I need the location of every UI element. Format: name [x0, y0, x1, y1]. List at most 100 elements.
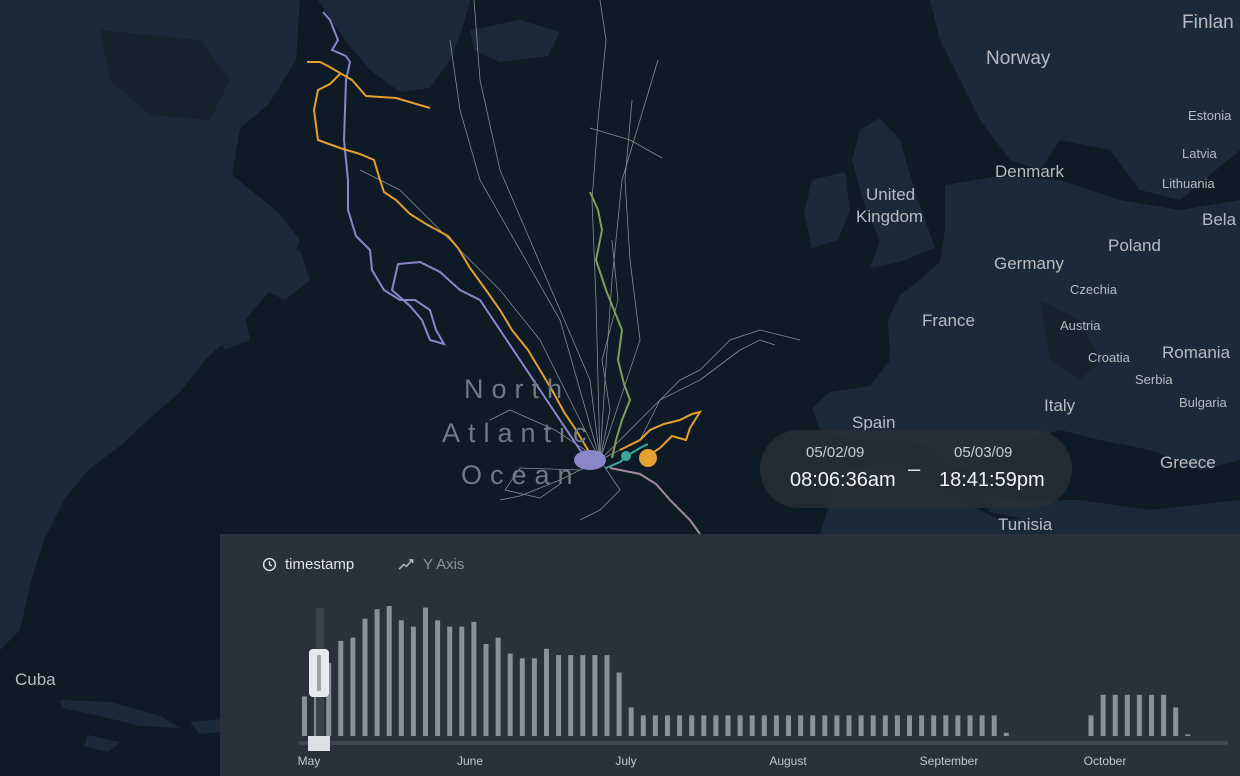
label-poland: Poland	[1108, 236, 1161, 255]
histogram-bar	[689, 715, 695, 736]
histogram-bar	[979, 715, 985, 736]
histogram-bar	[302, 696, 307, 736]
label-kingdom: Kingdom	[856, 207, 924, 226]
histogram-bar	[471, 621, 477, 736]
histogram-bar	[410, 626, 416, 736]
histogram-bar	[338, 640, 344, 736]
histogram-bar	[544, 648, 549, 736]
histogram-bar	[931, 715, 937, 736]
histogram-bar	[495, 637, 501, 736]
histogram-bar	[604, 655, 610, 736]
histogram-bar	[761, 715, 767, 736]
histogram-bar	[1124, 694, 1130, 736]
histogram-bar	[701, 715, 707, 736]
label-latvia: Latvia	[1182, 146, 1217, 161]
month-tick-label: May	[298, 754, 321, 768]
timeline-panel: timestamp Y Axis May June July August Septem…	[220, 534, 1240, 776]
histogram-bar	[725, 715, 731, 736]
label-austria: Austria	[1060, 318, 1101, 333]
histogram-bar	[628, 707, 634, 736]
histogram-bar	[447, 626, 453, 736]
histogram-bar	[846, 715, 852, 736]
histogram-bar	[798, 715, 804, 736]
label-czechia: Czechia	[1070, 282, 1117, 297]
histogram-bar	[652, 715, 658, 736]
histogram-bar	[580, 655, 586, 736]
histogram-bar	[483, 644, 489, 736]
histogram-bar	[991, 715, 997, 736]
histogram-bar	[1149, 694, 1154, 736]
time-range-display: 05/02/09 08:06:36am – 05/03/09 18:41:59p…	[760, 430, 1072, 508]
histogram-bar	[822, 715, 828, 736]
start-date: 05/02/09	[806, 444, 865, 461]
start-time: 08:06:36am	[790, 469, 896, 491]
histogram-bar	[1088, 715, 1094, 736]
histogram-bar	[507, 653, 513, 736]
label-greece: Greece	[1160, 453, 1216, 472]
histogram-bar	[459, 626, 465, 736]
histogram-bar	[967, 715, 973, 736]
histogram-bar	[955, 715, 961, 736]
histogram-bar	[737, 715, 743, 736]
histogram-bar	[773, 715, 779, 736]
label-croatia: Croatia	[1088, 350, 1130, 365]
ocean-label-ocean: Ocean	[461, 460, 581, 490]
histogram-bar	[665, 715, 670, 736]
histogram-bar	[677, 715, 683, 736]
histogram-bar	[1185, 734, 1191, 736]
timeline-track[interactable]	[298, 741, 1228, 745]
orange-cluster	[639, 449, 657, 467]
histogram-bar	[834, 715, 840, 736]
end-date: 05/03/09	[954, 444, 1013, 461]
histogram-bar	[870, 715, 876, 736]
month-tick-label: July	[615, 754, 636, 768]
histogram-bar	[919, 715, 925, 736]
label-lithuania: Lithuania	[1162, 176, 1215, 191]
histogram-bar	[423, 607, 428, 736]
histogram-bar	[907, 715, 912, 736]
histogram-bar	[1173, 707, 1179, 736]
histogram-bar	[894, 715, 900, 736]
label-bulgaria: Bulgaria	[1179, 395, 1227, 410]
histogram-bar	[592, 655, 598, 736]
label-united: United	[866, 185, 916, 204]
end-time: 18:41:59pm	[939, 469, 1045, 491]
histogram-bar	[943, 715, 949, 736]
histogram-bar	[568, 655, 574, 736]
histogram-bar	[713, 715, 719, 736]
label-serbia: Serbia	[1135, 372, 1173, 387]
label-germany: Germany	[994, 254, 1064, 273]
label-tunisia: Tunisia	[998, 515, 1053, 534]
label-norway: Norway	[986, 48, 1051, 69]
histogram-bar	[810, 715, 816, 736]
histogram-bar	[1136, 694, 1142, 736]
label-romania: Romania	[1162, 343, 1231, 362]
histogram-bar	[1100, 694, 1106, 736]
histogram-bar	[786, 715, 791, 736]
label-finland: Finlan	[1182, 12, 1234, 33]
ocean-label-atlantic: Atlantic	[442, 418, 595, 448]
timeline-histogram[interactable]: May June July August September October	[220, 534, 1240, 776]
histogram-bar	[386, 606, 392, 736]
brush-grip	[317, 655, 321, 691]
month-tick-label: August	[769, 754, 807, 768]
histogram-bar	[374, 609, 380, 736]
timeline-playhead[interactable]	[308, 736, 330, 751]
histogram-bar	[1112, 694, 1118, 736]
label-belarus: Bela	[1202, 210, 1237, 229]
histogram-bar	[640, 715, 646, 736]
label-estonia: Estonia	[1188, 108, 1232, 123]
histogram-bar	[362, 618, 368, 736]
histogram-bar	[435, 620, 441, 736]
histogram-bar	[858, 715, 864, 736]
histogram-bar	[531, 658, 537, 736]
histogram-bar	[616, 672, 622, 736]
month-tick-label: October	[1084, 754, 1127, 768]
histogram-bar	[1161, 694, 1167, 736]
label-cuba: Cuba	[15, 670, 56, 689]
histogram-bar	[1003, 732, 1009, 736]
histogram-bar	[350, 637, 356, 736]
histogram-bar	[398, 620, 404, 736]
label-france: France	[922, 311, 975, 330]
month-tick-label: September	[920, 754, 979, 768]
